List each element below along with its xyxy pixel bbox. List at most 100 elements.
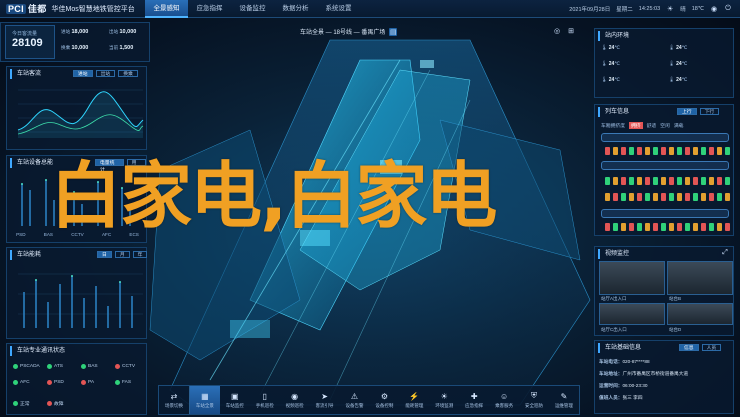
train-car-row[interactable] (601, 161, 729, 170)
info-row: 车站电话：020-87****88 (599, 359, 650, 365)
status-item[interactable]: AFC (13, 380, 30, 385)
camera-view[interactable] (667, 261, 733, 295)
weekday-text: 星期二 (616, 7, 633, 13)
station-energy-panel: 车站能耗 日 月 年 (6, 247, 148, 339)
tab-out[interactable]: 出站 (95, 70, 116, 77)
dock-item-station[interactable]: ▦ 车站全景 (189, 386, 220, 414)
car-seats (605, 177, 730, 185)
nav-item-panorama[interactable]: 全景感知 (145, 0, 188, 18)
dock-item-env[interactable]: ☀ 环境监测 (429, 386, 459, 414)
comm-status-panel: 车站专业通讯状态 PSCADA ATS BAS CCTV AFC PSD PA … (6, 343, 147, 415)
status-item[interactable]: PSD (47, 380, 64, 385)
train-panel: 列车信息 上行 下行 车厢拥挤度 拥挤 舒适 空闲 满载 (594, 104, 734, 236)
status-item[interactable]: PA (81, 380, 94, 385)
energy-icon: ⚡ (409, 391, 420, 401)
status-item[interactable]: PSCADA (13, 364, 40, 369)
camera-view[interactable] (599, 261, 665, 295)
transfer-stat: 换乘 10,000 (61, 45, 88, 51)
expand-icon[interactable]: ⤢ (721, 249, 729, 257)
logo: PCI 佳都 (6, 2, 47, 15)
status-item[interactable]: FAS (115, 380, 131, 385)
dock-item-video[interactable]: ◉ 视频巡检 (280, 386, 310, 414)
station-energy-tabs: 日 月 年 (97, 251, 148, 258)
env-row: 🌡 24℃ 🌡 24℃ (601, 45, 687, 51)
dock-item-swap[interactable]: ⇄ 场景切换 (159, 386, 190, 414)
info-value: 张三 李四 (622, 395, 643, 400)
cctv-title: 视频监控 (598, 249, 733, 259)
dock-item-service[interactable]: ☺ 乘客服务 (489, 386, 519, 414)
dock-item-monitor[interactable]: ▣ 车站监控 (220, 386, 250, 414)
top-right-status: 2021年09月28日 星期二 14:25:03 ☀ 晴 18℃ ◉ ⏻ (569, 0, 732, 18)
status-dot (13, 364, 18, 369)
status-label: ATS (54, 364, 63, 369)
env-cell: 🌡 24℃ (601, 45, 620, 51)
target-icon[interactable]: ◎ (553, 27, 561, 35)
env-cell: 🌡 24℃ (601, 77, 620, 83)
env-title: 站内环境 (598, 31, 733, 41)
dock-item-guide[interactable]: ➤ 客流引导 (310, 386, 340, 414)
dock-item-energy[interactable]: ⚡ 能耗管理 (399, 386, 429, 414)
today-flow-label: 今日客流量 (12, 31, 38, 37)
dock-item-phone[interactable]: ▯ 手机巡检 (250, 386, 280, 414)
camera-view[interactable] (667, 303, 733, 325)
info-row: 值班人员：张三 李四 (599, 395, 643, 401)
camera-label: 站台D (669, 327, 682, 332)
badge-crowded: 拥挤 (629, 122, 643, 129)
tab-in[interactable]: 进站 (73, 70, 93, 77)
user-icon[interactable]: ◉ (710, 5, 718, 13)
camera-view[interactable] (599, 303, 665, 325)
legend-dot (13, 401, 18, 406)
tab-transfer[interactable]: 换乘 (118, 70, 138, 77)
env-unit: ℃ (681, 45, 688, 51)
car-seats (605, 147, 730, 155)
legend-normal: 正常 (13, 400, 30, 407)
dock-label: 场景切换 (164, 402, 183, 408)
legend-label: 故障 (54, 402, 64, 407)
tab-day[interactable]: 日 (97, 251, 112, 258)
train-car-row[interactable] (601, 133, 729, 142)
grid-icon[interactable]: ⊞ (567, 27, 575, 35)
status-item[interactable]: CCTV (115, 364, 135, 369)
status-item[interactable]: BAS (81, 364, 98, 369)
crowd-label: 车厢拥挤度 (601, 124, 625, 129)
current-value: 1,500 (119, 45, 134, 51)
tab-down[interactable]: 下行 (699, 108, 720, 115)
dock-label: 运维管理 (554, 402, 573, 408)
weather-text: 晴 (680, 7, 686, 13)
dock-label: 车站监控 (225, 402, 244, 408)
tool-icon: ✎ (560, 391, 568, 401)
temperature-text: 18℃ (691, 6, 704, 12)
info-value: 广州市番禺区市桥街道番禺大道 (622, 371, 689, 376)
status-label: AFC (20, 380, 30, 385)
tab-staff[interactable]: 人员 (701, 344, 722, 351)
nav-item-analysis[interactable]: 数据分析 (274, 0, 317, 18)
camera-label: 站厅A出入口 (601, 296, 627, 301)
train-car-row[interactable] (601, 209, 729, 218)
nav-item-emergency[interactable]: 应急指挥 (188, 0, 231, 18)
tab-year[interactable]: 年 (132, 251, 148, 258)
legend-dot (47, 401, 52, 406)
in-value: 18,000 (71, 29, 89, 35)
logo-brand: PCI (6, 4, 26, 14)
nav-item-device[interactable]: 设备监控 (231, 0, 274, 18)
overlay-text: 白家电,白家电 (50, 154, 497, 238)
tab-info[interactable]: 信息 (679, 344, 699, 351)
tab-month[interactable]: 月 (114, 251, 130, 258)
comm-status-title: 车站专业通讯状态 (10, 346, 146, 356)
weather-icon: ☀ (667, 6, 674, 13)
alarm-icon: ⚠ (350, 391, 359, 401)
dock-item-security[interactable]: ⛨ 安全巡防 (519, 386, 549, 414)
dock-item-alarm[interactable]: ⚠ 设备告警 (340, 386, 370, 414)
env-panel: 站内环境 🌡 24℃ 🌡 24℃ 🌡 24℃ 🌡 24℃ 🌡 24℃ 🌡 24℃ (594, 28, 734, 98)
status-item[interactable]: ATS (47, 364, 63, 369)
calendar-icon[interactable]: ▤ (389, 27, 398, 36)
info-key: 车站地址： (599, 371, 623, 376)
dock-label: 乘客服务 (495, 402, 514, 408)
tab-up[interactable]: 上行 (677, 108, 697, 115)
dock-item-emergency[interactable]: ✚ 应急指挥 (459, 386, 489, 414)
nav-item-settings[interactable]: 系统设置 (317, 0, 360, 18)
logo-tag: 佳都 (27, 4, 47, 14)
dock-item-control[interactable]: ⚙ 设备控制 (369, 386, 399, 414)
power-icon[interactable]: ⏻ (724, 5, 732, 13)
dock-item-ops[interactable]: ✎ 运维管理 (549, 386, 579, 414)
